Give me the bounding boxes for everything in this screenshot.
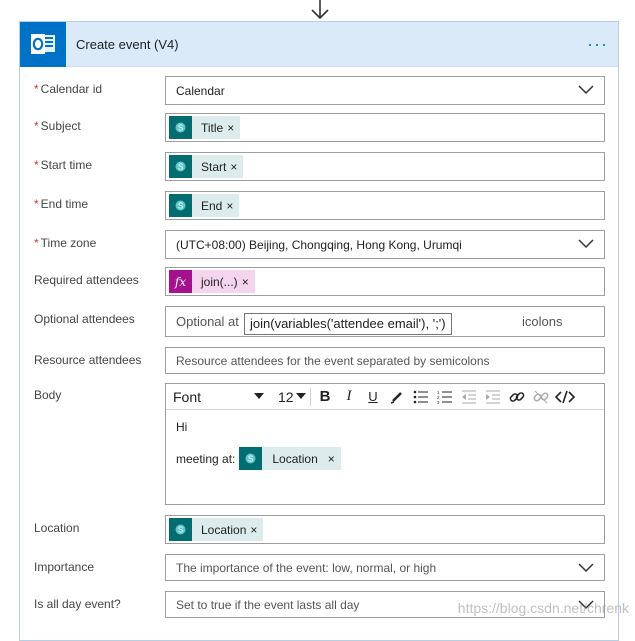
unlink-icon[interactable] xyxy=(529,384,553,410)
body-line-hi: Hi xyxy=(176,420,188,434)
remove-token-icon[interactable]: × xyxy=(242,275,255,289)
end-time-label: * End time xyxy=(34,197,89,211)
meeting-at-text: meeting at: xyxy=(176,451,236,466)
sharepoint-icon: S xyxy=(239,447,263,470)
outlook-icon xyxy=(20,21,66,67)
resource-attendees-placeholder: Resource attendees for the event separat… xyxy=(176,353,490,368)
token-label: Location xyxy=(272,451,318,466)
calendar-id-dropdown[interactable]: Calendar xyxy=(165,76,605,105)
resource-attendees-label: Resource attendees xyxy=(34,353,142,367)
font-size-dropdown[interactable]: 12 xyxy=(270,384,308,410)
link-icon[interactable] xyxy=(505,384,529,410)
sharepoint-icon: S xyxy=(169,155,192,178)
importance-placeholder: The importance of the event: low, normal… xyxy=(176,560,437,575)
token-title[interactable]: S Title × xyxy=(169,116,241,139)
remove-token-icon[interactable]: × xyxy=(250,523,263,537)
svg-text:S: S xyxy=(178,163,183,172)
svg-text:S: S xyxy=(178,526,183,535)
subject-label: * Subject xyxy=(34,119,81,133)
start-time-label: * Start time xyxy=(34,158,93,172)
optional-attendees-placeholder: Optional at xyxy=(176,314,239,329)
remove-token-icon[interactable]: × xyxy=(328,452,341,466)
required-attendees-label: Required attendees xyxy=(34,273,139,287)
editor-content[interactable]: Hi meeting at: S Location × xyxy=(166,410,604,480)
bold-button[interactable]: B xyxy=(313,384,337,410)
remove-token-icon[interactable]: × xyxy=(227,121,240,135)
all-day-placeholder: Set to true if the event lasts all day xyxy=(176,597,360,612)
all-day-label: Is all day event? xyxy=(34,597,121,611)
token-label: Location xyxy=(201,522,247,537)
svg-text:S: S xyxy=(178,202,183,211)
font-size-label: 12 xyxy=(278,388,294,405)
body-editor[interactable]: Font 12 B I U 123 Hi meeting at: S Locat… xyxy=(165,383,605,505)
resource-attendees-field[interactable]: Resource attendees for the event separat… xyxy=(165,347,605,374)
location-label: Location xyxy=(34,521,80,535)
remove-token-icon[interactable]: × xyxy=(226,199,239,213)
caret-down-icon xyxy=(296,392,306,399)
code-view-icon[interactable] xyxy=(553,384,577,410)
time-zone-dropdown[interactable]: (UTC+08:00) Beijing, Chongqing, Hong Kon… xyxy=(165,230,605,259)
font-dropdown[interactable]: Font xyxy=(166,384,270,410)
token-start[interactable]: S Start × xyxy=(169,155,244,178)
token-expression[interactable]: fx join(...) × xyxy=(169,270,255,293)
importance-dropdown[interactable]: The importance of the event: low, normal… xyxy=(165,554,605,581)
token-label: Start xyxy=(201,159,227,174)
token-location[interactable]: S Location × xyxy=(239,447,341,470)
caret-down-icon xyxy=(254,392,264,399)
token-end[interactable]: S End × xyxy=(169,194,240,217)
card-header[interactable]: Create event (V4) ··· xyxy=(20,21,618,67)
calendar-id-label: * Calendar id xyxy=(34,82,103,96)
font-label: Font xyxy=(173,388,202,405)
remove-token-icon[interactable]: × xyxy=(230,160,243,174)
underline-button[interactable]: U xyxy=(361,384,385,410)
sharepoint-icon: S xyxy=(169,116,192,139)
token-label: join(...) xyxy=(201,274,238,289)
required-attendees-field[interactable]: fx join(...) × xyxy=(165,267,605,296)
optional-attendees-label: Optional attendees xyxy=(34,312,135,326)
down-arrow-icon xyxy=(311,0,329,20)
more-options-icon[interactable]: ··· xyxy=(587,34,608,55)
fx-icon: fx xyxy=(169,270,192,293)
calendar-id-value: Calendar xyxy=(176,83,225,98)
decrease-indent-icon[interactable] xyxy=(457,384,481,410)
bullet-list-icon[interactable] xyxy=(409,384,433,410)
subject-field[interactable]: S Title × xyxy=(165,113,605,142)
svg-text:3: 3 xyxy=(437,400,440,404)
body-line-meeting: meeting at: S Location × xyxy=(176,447,594,470)
token-label: End xyxy=(201,198,223,213)
toolbar-divider xyxy=(310,387,311,406)
highlight-pen-icon[interactable] xyxy=(385,384,409,410)
chevron-down-icon xyxy=(578,563,594,573)
optional-attendees-placeholder-end: icolons xyxy=(522,314,563,329)
svg-text:S: S xyxy=(248,455,253,464)
start-time-field[interactable]: S Start × xyxy=(165,152,605,181)
body-label: Body xyxy=(34,388,62,402)
sharepoint-icon: S xyxy=(169,518,192,541)
card-title: Create event (V4) xyxy=(76,36,179,52)
importance-label: Importance xyxy=(34,560,95,574)
numbered-list-icon[interactable]: 123 xyxy=(433,384,457,410)
end-time-field[interactable]: S End × xyxy=(165,191,605,220)
location-field[interactable]: S Location × xyxy=(165,515,605,544)
svg-text:S: S xyxy=(178,124,183,133)
chevron-down-icon xyxy=(578,239,594,249)
editor-toolbar: Font 12 B I U 123 xyxy=(166,384,604,410)
token-location[interactable]: S Location × xyxy=(169,518,264,541)
time-zone-label: * Time zone xyxy=(34,236,97,250)
chevron-down-icon xyxy=(578,85,594,95)
italic-button[interactable]: I xyxy=(337,384,361,410)
watermark: https://blog.csdn.net/chrenk xyxy=(457,600,629,616)
sharepoint-icon: S xyxy=(169,194,192,217)
expression-tooltip: join(variables('attendee email'), ';') xyxy=(244,313,452,335)
time-zone-value: (UTC+08:00) Beijing, Chongqing, Hong Kon… xyxy=(176,237,462,252)
increase-indent-icon[interactable] xyxy=(481,384,505,410)
token-label: Title xyxy=(201,120,224,135)
